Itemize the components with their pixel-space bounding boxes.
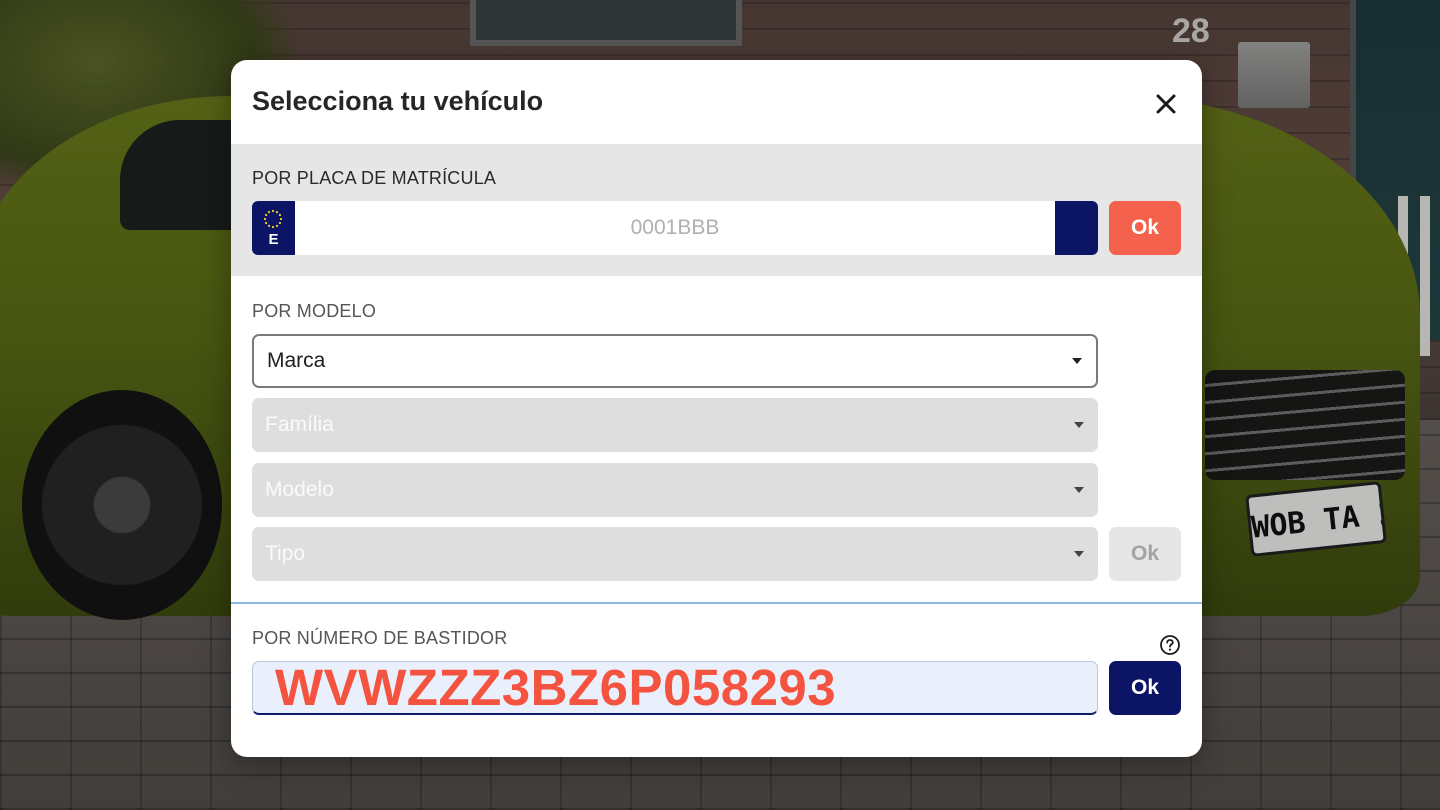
family-select-value: Família xyxy=(265,413,334,436)
plate-input[interactable] xyxy=(295,201,1055,255)
vin-section: POR NÚMERO DE BASTIDOR Ok xyxy=(231,604,1202,757)
country-letter: E xyxy=(268,231,279,248)
plate-section: POR PLACA DE MATRÍCULA E Ok xyxy=(231,144,1202,276)
eu-stars-icon xyxy=(263,209,283,229)
plate-input-group: E xyxy=(252,201,1098,255)
close-button[interactable] xyxy=(1148,86,1184,122)
eu-country-band: E xyxy=(252,201,295,255)
vin-input[interactable] xyxy=(253,662,1097,713)
type-select[interactable]: Tipo xyxy=(252,527,1098,581)
chevron-down-icon xyxy=(1074,551,1084,557)
modal-title: Selecciona tu vehículo xyxy=(252,86,544,116)
plate-end-band xyxy=(1055,201,1098,255)
model-ok-button[interactable]: Ok xyxy=(1109,527,1181,581)
vin-ok-button[interactable]: Ok xyxy=(1109,661,1181,715)
type-select-value: Tipo xyxy=(265,542,306,565)
plate-section-label: POR PLACA DE MATRÍCULA xyxy=(252,168,497,188)
vehicle-select-modal: Selecciona tu vehículo POR PLACA DE MATR… xyxy=(231,60,1202,757)
model-select[interactable]: Modelo xyxy=(252,463,1098,517)
chevron-down-icon xyxy=(1074,487,1084,493)
brand-select-value: Marca xyxy=(267,349,326,372)
modal-header: Selecciona tu vehículo xyxy=(231,60,1202,144)
model-section-label: POR MODELO xyxy=(252,301,377,321)
family-select[interactable]: Família xyxy=(252,398,1098,452)
chevron-down-icon xyxy=(1074,422,1084,428)
question-circle-svg xyxy=(1160,635,1180,655)
plate-ok-button[interactable]: Ok xyxy=(1109,201,1181,255)
question-circle-icon[interactable] xyxy=(1159,634,1181,656)
model-select-value: Modelo xyxy=(265,478,334,501)
brand-select[interactable]: Marca xyxy=(252,334,1098,388)
model-section: POR MODELO Marca Família Modelo Tipo Ok xyxy=(231,276,1202,602)
vin-input-group xyxy=(252,661,1098,715)
vin-section-label: POR NÚMERO DE BASTIDOR xyxy=(252,628,508,648)
chevron-down-icon xyxy=(1072,358,1082,364)
close-icon xyxy=(1156,94,1176,114)
